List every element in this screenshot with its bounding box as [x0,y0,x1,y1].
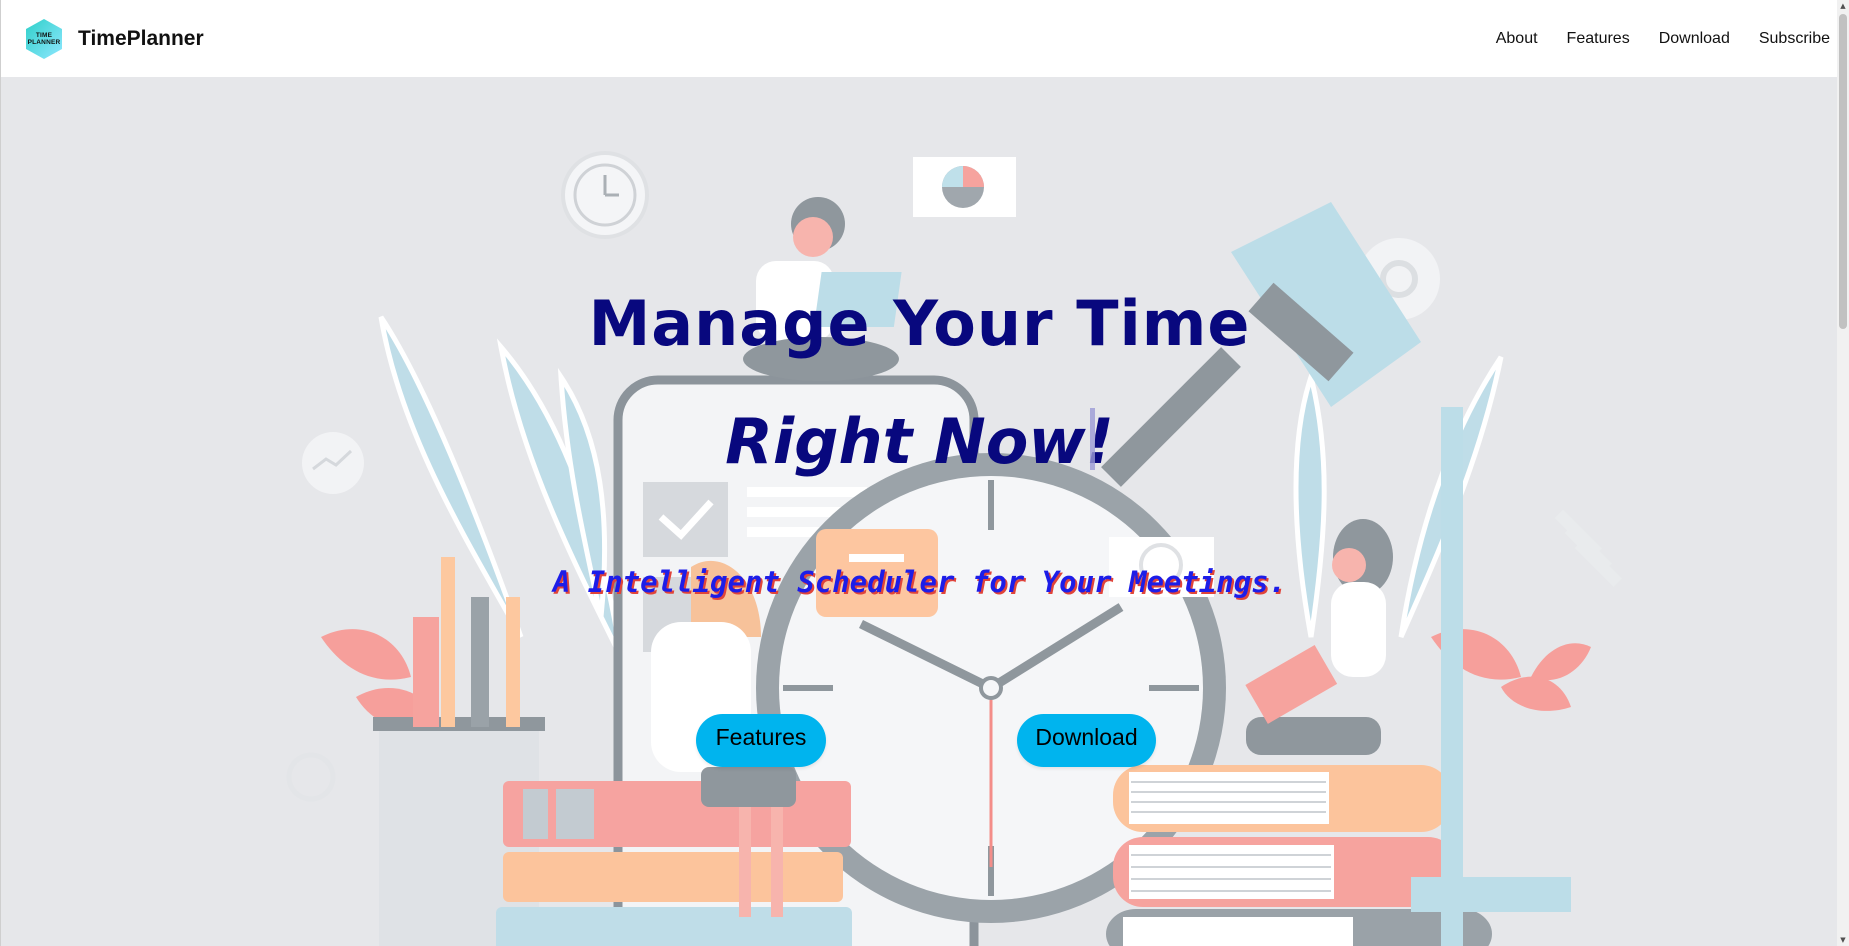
nav-link-subscribe[interactable]: Subscribe [1759,30,1830,48]
scroll-down-arrow-icon[interactable]: ▼ [1837,934,1849,946]
brand[interactable]: TIME PLANNER TimePlanner [23,18,204,60]
hero-headline-line1: Manage Your Time [588,287,1251,360]
hero-headline-line2: Right Now! [725,405,1114,478]
nav-link-about[interactable]: About [1496,30,1538,48]
main-nav: About Features Download Subscribe [1496,30,1830,48]
text-cursor-bar [1090,408,1095,470]
page-scrollbar[interactable]: ▲ ▼ [1837,0,1849,946]
hero-section: Manage Your Time Right Now! A Intelligen… [0,77,1837,946]
top-navbar: TIME PLANNER TimePlanner About Features … [0,0,1837,77]
nav-link-download[interactable]: Download [1659,30,1730,48]
download-button[interactable]: Download [1017,714,1156,767]
scrollbar-thumb[interactable] [1839,14,1847,329]
brand-name[interactable]: TimePlanner [78,27,204,51]
logo-text-line2: PLANNER [27,38,61,46]
hero-tagline: A Intelligent Scheduler for Your Meeting… [552,565,1287,599]
hero-illustration [286,151,1623,946]
scroll-up-arrow-icon[interactable]: ▲ [1837,0,1849,12]
features-button[interactable]: Features [696,714,826,767]
nav-link-features[interactable]: Features [1567,30,1630,48]
logo-hexagon-icon[interactable]: TIME PLANNER [23,18,65,60]
logo-text-line1: TIME [35,31,53,39]
